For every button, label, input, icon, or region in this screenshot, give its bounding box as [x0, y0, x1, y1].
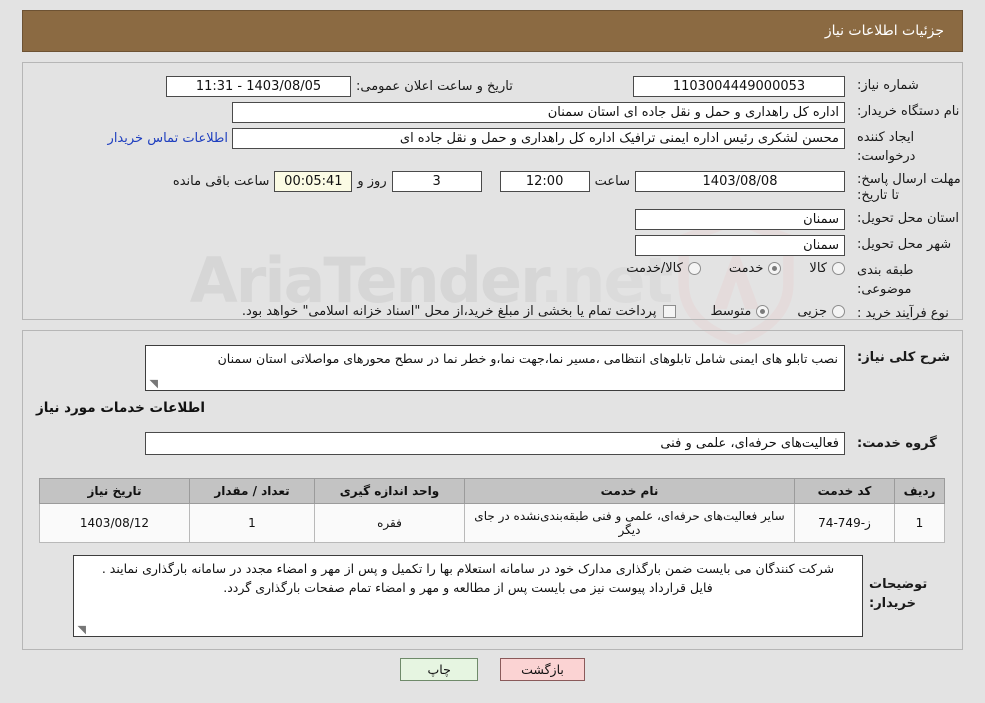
purchase-type-radio-0[interactable]	[832, 305, 845, 318]
category-radio-2[interactable]	[687, 262, 701, 275]
row-requester: ایجاد کننده درخواست: محسن لشکری رئیس ادا…	[22, 128, 963, 166]
page-title-bar: جزئیات اطلاعات نیاز	[22, 10, 963, 52]
row-service-group: گروه خدمت: فعالیت‌های حرفه‌ای، علمی و فن…	[22, 432, 963, 455]
treasury-docs-label: پرداخت تمام یا بخشی از مبلغ خرید،از محل …	[241, 304, 657, 319]
buyer-notes-textarea[interactable]: شرکت کنندگان می بایست ضمن بارگذاری مدارک…	[73, 555, 863, 637]
description-value: نصب تابلو های ایمنی شامل تابلوهای انتظام…	[217, 351, 838, 366]
table-row: 1 ز-749-74 سایر فعالیت‌های حرفه‌ای، علمی و…	[39, 503, 945, 543]
description-textarea[interactable]: نصب تابلو های ایمنی شامل تابلوهای انتظام…	[145, 345, 845, 391]
category-label-0: کالا	[809, 261, 827, 276]
table-cell-qty: 1	[189, 503, 315, 543]
description-label: شرح کلی نیاز:	[857, 350, 951, 365]
page-root: AriaTender.net جزئیات اطلاعات نیاز شماره…	[0, 0, 985, 703]
services-heading: اطلاعات خدمات مورد نیاز	[35, 400, 205, 416]
row-deadline: مهلت ارسال پاسخ: تا تاریخ: 1403/08/08 سا…	[22, 171, 963, 204]
resize-grip-icon[interactable]: ◥	[148, 378, 158, 389]
row-need-number: شماره نیاز: 1103004449000053 تاریخ و ساع…	[22, 76, 963, 97]
table-col-header-5: تاریخ نیاز	[39, 478, 190, 504]
row-category: طبقه بندی موضوعی: کالا خدمت کالا/خدمت	[22, 261, 963, 299]
deadline-hour-label: ساعت	[594, 174, 630, 189]
buyer-org-label: نام دستگاه خریدار:	[857, 104, 960, 119]
buyer-contact-link[interactable]: اطلاعات تماس خریدار	[104, 128, 232, 149]
table-col-header-1: کد خدمت	[794, 478, 895, 504]
need-number-label: شماره نیاز:	[857, 78, 919, 93]
row-buyer-org: نام دستگاه خریدار: اداره کل راهداری و حم…	[22, 102, 963, 123]
table-cell-radif: 1	[894, 503, 945, 543]
service-group-label: گروه خدمت:	[857, 436, 937, 451]
category-radio-group[interactable]: کالا خدمت کالا/خدمت	[598, 261, 845, 276]
category-label-1: خدمت	[728, 261, 764, 276]
purchase-type-option-0[interactable]: جزیی	[797, 304, 845, 319]
need-info-form: شماره نیاز: 1103004449000053 تاریخ و ساع…	[22, 76, 963, 328]
table-cell-code: ز-749-74	[794, 503, 895, 543]
table-header-row: ردیف کد خدمت نام خدمت واحد اندازه گیری تعداد…	[39, 478, 945, 504]
items-table-wrap: ردیف کد خدمت نام خدمت واحد اندازه گیری تعداد…	[39, 478, 945, 543]
buyer-notes-line1: شرکت کنندگان می بایست ضمن بارگذاری مدارک…	[101, 561, 835, 576]
requester-value: محسن لشکری رئیس اداره ایمنی ترافیک اداره…	[232, 128, 845, 149]
table-col-header-3: واحد اندازه گیری	[314, 478, 465, 504]
deadline-countdown: 00:05:41	[274, 171, 353, 192]
table-cell-date: 1403/08/12	[39, 503, 190, 543]
category-option-2[interactable]: کالا/خدمت	[626, 261, 701, 276]
announce-label: تاریخ و ساعت اعلان عمومی:	[356, 79, 513, 94]
buyer-notes-label: توضیحات خریدار:	[869, 577, 928, 611]
page-title: جزئیات اطلاعات نیاز	[824, 23, 944, 39]
deadline-label: مهلت ارسال پاسخ: تا تاریخ:	[857, 172, 961, 203]
category-label: طبقه بندی موضوعی:	[857, 263, 914, 297]
deadline-remaining-label: ساعت باقی مانده	[172, 174, 270, 189]
table-col-header-2: نام خدمت	[464, 478, 795, 504]
category-radio-1[interactable]	[768, 262, 782, 275]
row-buyer-notes: توضیحات خریدار: شرکت کنندگان می بایست ضم…	[22, 555, 963, 637]
row-description: شرح کلی نیاز: نصب تابلو های ایمنی شامل ت…	[22, 345, 963, 391]
buyer-notes-line2: فایل قرارداد پیوست نیز می بایست پس از مط…	[223, 580, 713, 595]
table-cell-unit: فقره	[314, 503, 465, 543]
city-value: سمنان	[635, 235, 845, 256]
table-col-header-4: تعداد / مقدار	[189, 478, 315, 504]
purchase-type-radio-group[interactable]: جزیی متوسط	[682, 304, 845, 319]
need-number-value: 1103004449000053	[633, 76, 845, 97]
announce-value: 1403/08/05 - 11:31	[166, 76, 351, 97]
purchase-type-radio-1[interactable]	[756, 305, 770, 318]
category-radio-0[interactable]	[832, 262, 845, 275]
items-table: ردیف کد خدمت نام خدمت واحد اندازه گیری تعداد…	[39, 478, 945, 543]
purchase-type-option-1[interactable]: متوسط	[710, 304, 770, 319]
requester-label: ایجاد کننده درخواست:	[857, 130, 916, 164]
deadline-hour: 12:00	[499, 171, 590, 192]
back-button[interactable]: بازگشت	[500, 658, 585, 681]
treasury-docs-checkbox[interactable]	[663, 305, 677, 318]
table-cell-name: سایر فعالیت‌های حرفه‌ای، علمی و فنی طبقه…	[464, 503, 795, 543]
print-button[interactable]: چاپ	[400, 658, 479, 681]
table-col-header-0: ردیف	[894, 478, 945, 504]
category-option-1[interactable]: خدمت	[729, 261, 782, 276]
deadline-days: 3	[391, 171, 482, 192]
resize-grip-icon-2[interactable]: ◥	[76, 624, 86, 635]
purchase-type-label: نوع فرآیند خرید :	[857, 306, 949, 321]
category-label-2: کالا/خدمت	[626, 261, 683, 276]
row-city: شهر محل تحویل: سمنان	[22, 235, 963, 256]
purchase-type-label-0: جزیی	[797, 304, 827, 319]
services-heading-wrap: اطلاعات خدمات مورد نیاز	[36, 397, 205, 416]
deadline-days-label: روز و	[357, 174, 387, 189]
buyer-org-value: اداره کل راهداری و حمل و نقل جاده ای است…	[232, 102, 845, 123]
province-value: سمنان	[635, 209, 845, 230]
action-buttons: بازگشت چاپ	[0, 658, 985, 681]
category-option-0[interactable]: کالا	[809, 261, 845, 276]
city-label: شهر محل تحویل:	[857, 237, 952, 252]
row-purchase-type: نوع فرآیند خرید : جزیی متوسط پرداخت تمام …	[22, 304, 963, 323]
service-group-value: فعالیت‌های حرفه‌ای، علمی و فنی	[145, 432, 845, 455]
purchase-type-label-1: متوسط	[710, 304, 752, 319]
row-province: استان محل تحویل: سمنان	[22, 209, 963, 230]
province-label: استان محل تحویل:	[857, 211, 959, 226]
deadline-date: 1403/08/08	[635, 171, 845, 192]
